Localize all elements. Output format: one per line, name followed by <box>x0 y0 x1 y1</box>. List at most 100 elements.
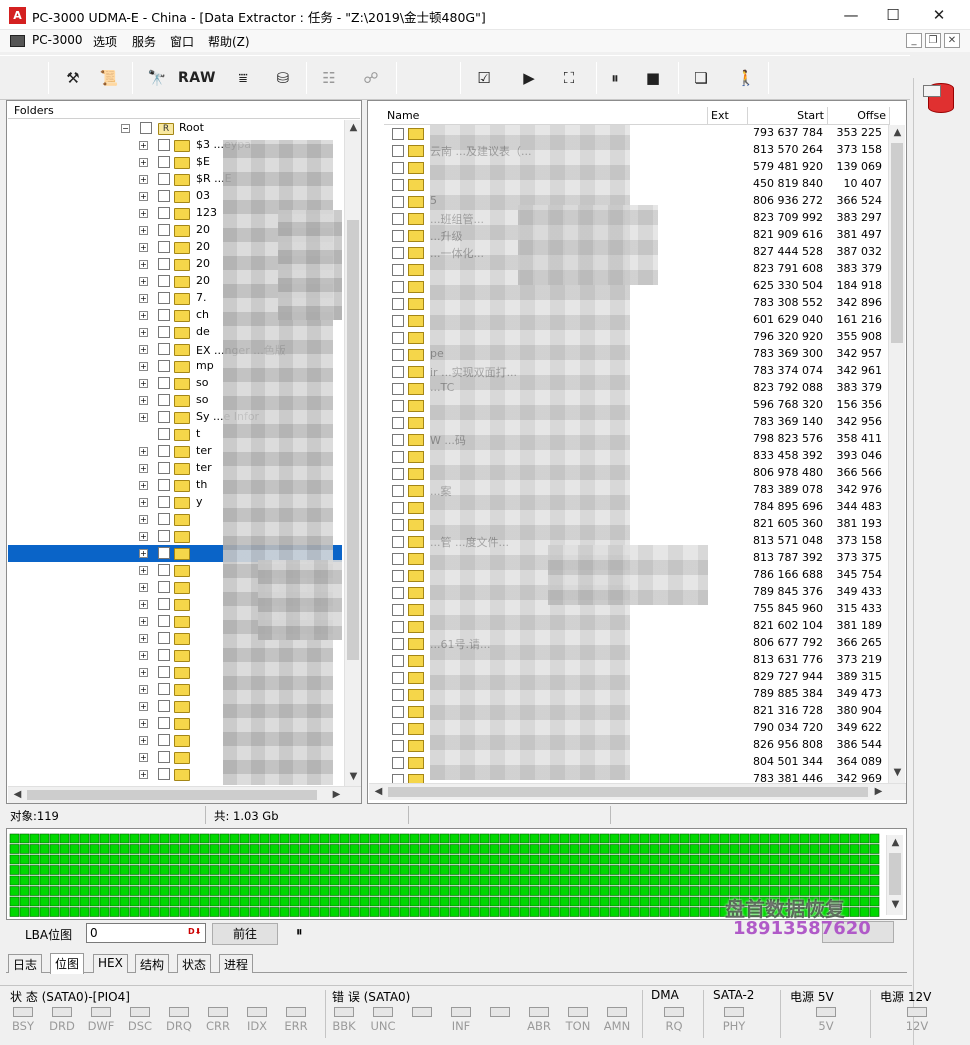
file-checkbox[interactable] <box>392 298 404 310</box>
tree-checkbox[interactable] <box>158 343 170 355</box>
stop-icon[interactable]: ■ <box>640 65 666 91</box>
file-checkbox[interactable] <box>392 315 404 327</box>
scroll-icon[interactable]: 📜 <box>96 65 122 91</box>
expand-icon[interactable]: + <box>139 583 148 592</box>
tree-play-icon[interactable]: ⛶ <box>552 65 586 91</box>
tree-checkbox[interactable] <box>158 173 170 185</box>
tree-checkbox[interactable] <box>158 530 170 542</box>
raw-button[interactable]: RAW <box>178 65 216 91</box>
tree-checkbox[interactable] <box>158 564 170 576</box>
tree-checkbox[interactable] <box>158 394 170 406</box>
expand-icon[interactable]: + <box>139 600 148 609</box>
tree-checkbox[interactable] <box>158 479 170 491</box>
tree-checkbox[interactable] <box>158 462 170 474</box>
file-checkbox[interactable] <box>392 604 404 616</box>
tree-checkbox[interactable] <box>158 734 170 746</box>
tree-checkbox[interactable] <box>158 632 170 644</box>
expand-icon[interactable]: + <box>139 702 148 711</box>
mdi-restore-button[interactable]: ❐ <box>925 33 941 48</box>
binoculars-icon[interactable]: 🔭 <box>144 65 170 91</box>
expand-icon[interactable]: + <box>139 532 148 541</box>
scroll-thumb[interactable] <box>27 790 317 800</box>
column-name[interactable]: Name <box>384 107 708 125</box>
scroll-down-icon[interactable]: ▼ <box>887 899 904 910</box>
tree-checkbox[interactable] <box>158 581 170 593</box>
file-checkbox[interactable] <box>392 672 404 684</box>
expand-icon[interactable]: + <box>139 209 148 218</box>
expand-icon[interactable]: + <box>139 770 148 779</box>
mdi-close-button[interactable]: ✕ <box>944 33 960 48</box>
file-checkbox[interactable] <box>392 128 404 140</box>
tree-checkbox[interactable] <box>158 547 170 559</box>
expand-icon[interactable]: + <box>139 549 148 558</box>
tree-checkbox[interactable] <box>158 445 170 457</box>
tab-bitmap[interactable]: 位图 <box>50 953 85 974</box>
expand-icon[interactable]: + <box>139 498 148 507</box>
file-checkbox[interactable] <box>392 247 404 259</box>
scroll-down-icon[interactable]: ▼ <box>345 771 361 782</box>
column-start[interactable]: Start <box>748 107 828 125</box>
scroll-left-icon[interactable]: ◀ <box>9 789 26 800</box>
collapse-icon[interactable]: − <box>121 124 130 133</box>
file-checkbox[interactable] <box>392 553 404 565</box>
expand-icon[interactable]: + <box>139 175 148 184</box>
expand-icon[interactable]: + <box>139 651 148 660</box>
tree-checkbox[interactable] <box>158 649 170 661</box>
tree-checkbox[interactable] <box>158 513 170 525</box>
tab-hex[interactable]: HEX <box>93 954 128 973</box>
file-checkbox[interactable] <box>392 723 404 735</box>
expand-icon[interactable]: + <box>139 447 148 456</box>
expand-icon[interactable]: + <box>139 515 148 524</box>
expand-icon[interactable]: + <box>139 481 148 490</box>
folders-hscrollbar[interactable]: ◀ ▶ <box>8 786 361 803</box>
expand-icon[interactable]: + <box>139 158 148 167</box>
file-checkbox[interactable] <box>392 740 404 752</box>
expand-icon[interactable]: + <box>139 277 148 286</box>
expand-icon[interactable]: + <box>139 311 148 320</box>
file-checkbox[interactable] <box>392 587 404 599</box>
folders-vscrollbar[interactable]: ▲ ▼ <box>344 120 361 787</box>
tab-status[interactable]: 状态 <box>177 954 212 973</box>
expand-icon[interactable]: + <box>139 668 148 677</box>
expand-icon[interactable]: + <box>139 294 148 303</box>
expand-icon[interactable]: + <box>139 413 148 422</box>
menu-pc3000[interactable]: PC-3000 <box>32 33 82 47</box>
file-checkbox[interactable] <box>392 485 404 497</box>
expand-icon[interactable]: + <box>139 345 148 354</box>
file-checkbox[interactable] <box>392 145 404 157</box>
expand-icon[interactable]: + <box>139 685 148 694</box>
tree-checkbox[interactable] <box>158 700 170 712</box>
network-icon[interactable]: ☍ <box>356 65 386 91</box>
file-checkbox[interactable] <box>392 213 404 225</box>
tree-checkbox[interactable] <box>158 292 170 304</box>
sort-icon[interactable]: ⩸ <box>230 65 256 91</box>
scroll-right-icon[interactable]: ▶ <box>328 789 345 800</box>
lba-direction-icon[interactable]: D⬇ <box>188 927 201 936</box>
menu-help[interactable]: 帮助(Z) <box>208 33 250 50</box>
mdi-minimize-button[interactable]: _ <box>906 33 922 48</box>
tree-checkbox[interactable] <box>158 326 170 338</box>
forward-button[interactable]: 前往 <box>212 923 278 945</box>
tools-icon[interactable]: ⚒ <box>60 65 86 91</box>
tree-checkbox[interactable] <box>158 207 170 219</box>
file-checkbox[interactable] <box>392 230 404 242</box>
tab-structure[interactable]: 结构 <box>135 954 170 973</box>
scroll-thumb[interactable] <box>891 143 903 343</box>
file-checkbox[interactable] <box>392 400 404 412</box>
expand-icon[interactable]: + <box>139 566 148 575</box>
tree-checkbox[interactable] <box>158 717 170 729</box>
scroll-thumb[interactable] <box>347 220 359 660</box>
file-checkbox[interactable] <box>392 451 404 463</box>
exit-icon[interactable]: 🚶 <box>733 65 759 91</box>
tree-checkbox[interactable] <box>158 428 170 440</box>
file-checkbox[interactable] <box>392 570 404 582</box>
files-hscrollbar[interactable]: ◀ ▶ <box>369 783 906 800</box>
scroll-up-icon[interactable]: ▲ <box>889 127 906 138</box>
expand-icon[interactable]: + <box>139 617 148 626</box>
tree-checkbox[interactable] <box>158 360 170 372</box>
tree-checkbox[interactable] <box>158 275 170 287</box>
expand-icon[interactable]: + <box>139 328 148 337</box>
expand-icon[interactable]: + <box>139 243 148 252</box>
file-checkbox[interactable] <box>392 706 404 718</box>
tree-checkbox[interactable] <box>158 258 170 270</box>
